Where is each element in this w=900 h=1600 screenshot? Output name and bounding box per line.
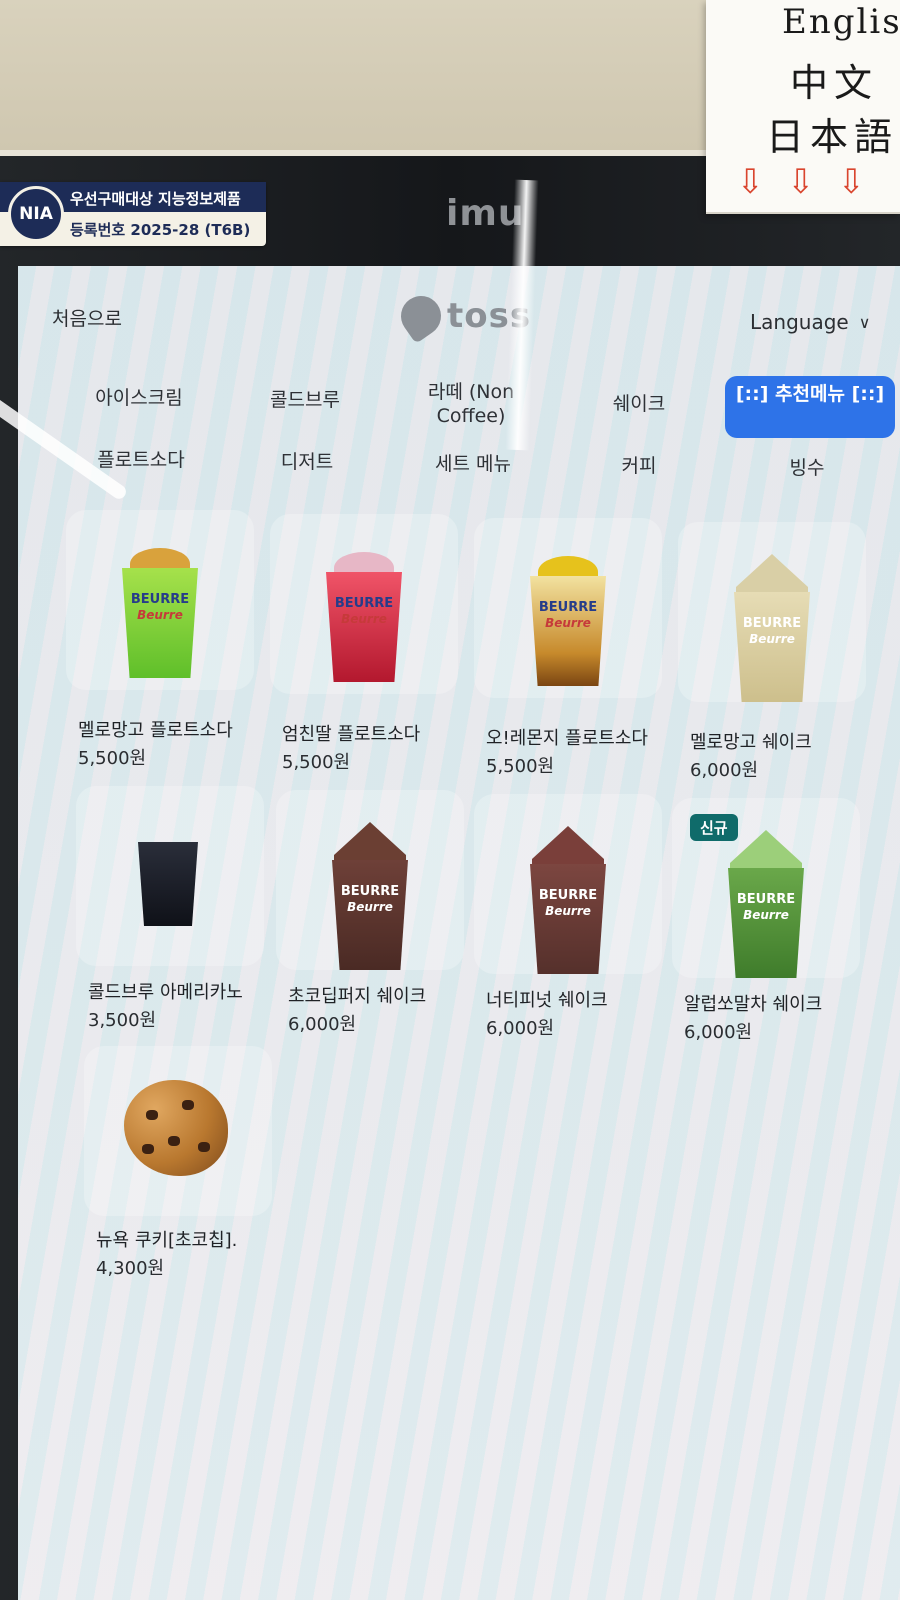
product-name: 알럽쏘말차 쉐이크: [684, 994, 823, 1015]
kiosk-screen: 처음으로 toss Language ∨ 아이스크림 콜드브루 라떼 (Non …: [18, 266, 900, 1600]
cookie-image: [124, 1080, 228, 1176]
product-image: BEURRE Beurre: [474, 518, 662, 698]
product-image: BEURRE Beurre: [66, 510, 254, 690]
drink-cup: BEURRE Beurre: [734, 592, 810, 702]
product-price: 6,000원: [684, 1022, 753, 1043]
down-arrow-icons: ⇩⇩⇩: [736, 162, 888, 202]
chocolate-chip: [146, 1110, 158, 1120]
cup-logo-script: Beurre: [743, 908, 789, 922]
product-image: 신규 BEURRE Beurre: [672, 798, 860, 978]
language-label: Language: [750, 310, 849, 334]
drink-cup: [138, 842, 198, 926]
drink-cup: BEURRE Beurre: [530, 864, 606, 974]
product-price: 5,500원: [486, 756, 555, 777]
cup-logo-script: Beurre: [545, 904, 591, 918]
cup-logo: BEURRE: [736, 892, 796, 907]
product-price: 5,500원: [282, 752, 351, 773]
whipped-cream: [730, 830, 802, 874]
category-tab[interactable]: 콜드브루: [230, 388, 380, 412]
chocolate-chip: [168, 1136, 180, 1146]
drink-cup: BEURRE Beurre: [728, 868, 804, 978]
drink-cup: BEURRE Beurre: [326, 572, 402, 682]
whipped-cream: [532, 826, 604, 870]
category-tab[interactable]: 세트 메뉴: [398, 452, 548, 476]
product-image: BEURRE Beurre: [678, 522, 866, 702]
chocolate-chip: [182, 1100, 194, 1110]
product-name: 멜로망고 플로트소다: [78, 720, 233, 741]
product-price: 6,000원: [288, 1014, 357, 1035]
product-price: 5,500원: [78, 748, 147, 769]
drink-cup: BEURRE Beurre: [332, 860, 408, 970]
product-price: 6,000원: [486, 1018, 555, 1039]
product-price: 6,000원: [690, 760, 759, 781]
cup-logo: BEURRE: [742, 616, 802, 631]
category-tab[interactable]: 아이스크림: [64, 386, 214, 410]
category-tab[interactable]: 디저트: [232, 450, 382, 474]
cup-logo: BEURRE: [538, 600, 598, 615]
whipped-cream: [334, 822, 406, 866]
category-tab[interactable]: 빙수: [732, 456, 882, 480]
category-tab[interactable]: 커피: [564, 454, 714, 478]
home-button[interactable]: 처음으로: [52, 304, 122, 331]
language-sticky-note: English 中文 日本語 ⇩⇩⇩: [706, 0, 900, 214]
product-image: BEURRE Beurre: [276, 790, 464, 970]
cup-logo-script: Beurre: [341, 612, 387, 626]
badge-title: 우선구매대상 지능정보제품: [70, 190, 241, 208]
product-name: 콜드브루 아메리카노: [88, 982, 243, 1003]
cup-logo: BEURRE: [340, 884, 400, 899]
language-button[interactable]: Language ∨: [750, 310, 870, 334]
chevron-down-icon: ∨: [858, 312, 871, 332]
sticky-note-english: English: [782, 2, 900, 42]
drink-cup: BEURRE Beurre: [530, 576, 606, 686]
product-price: 3,500원: [88, 1010, 157, 1031]
cup-logo-script: Beurre: [347, 900, 393, 914]
cup-logo: BEURRE: [334, 596, 394, 611]
category-tab[interactable]: 쉐이크: [564, 392, 714, 416]
cup-logo-script: Beurre: [545, 616, 591, 630]
product-name: 초코딥퍼지 쉐이크: [288, 986, 427, 1007]
product-name: 오!레몬지 플로트소다: [486, 728, 648, 749]
product-image: [76, 786, 264, 966]
new-badge: 신규: [690, 814, 738, 841]
product-image: [84, 1046, 272, 1216]
chocolate-chip: [142, 1144, 154, 1154]
whipped-cream: [736, 554, 808, 598]
drink-cup: BEURRE Beurre: [122, 568, 198, 678]
category-tab-active[interactable]: [::] 추천메뉴 [::]: [725, 376, 895, 438]
product-price: 4,300원: [96, 1258, 165, 1279]
toss-drop-icon: [393, 288, 449, 344]
product-image: BEURRE Beurre: [474, 794, 662, 974]
cup-logo: BEURRE: [130, 592, 190, 607]
badge-registration: 등록번호 2025-28 (T6B): [70, 221, 251, 239]
chocolate-chip: [198, 1142, 210, 1152]
cup-logo: BEURRE: [538, 888, 598, 903]
nia-seal-icon: NIA: [8, 186, 64, 242]
product-name: 엄친딸 플로트소다: [282, 724, 421, 745]
product-name: 뉴욕 쿠키[초코칩].: [96, 1230, 238, 1251]
product-name: 멜로망고 쉐이크: [690, 732, 812, 753]
product-name: 너티피넛 쉐이크: [486, 990, 608, 1011]
sticky-note-chinese: 中文: [790, 61, 879, 105]
cup-logo-script: Beurre: [749, 632, 795, 646]
cup-logo-script: Beurre: [137, 608, 183, 622]
nia-certification-badge: NIA 우선구매대상 지능정보제품 등록번호 2025-28 (T6B): [0, 182, 266, 246]
sticky-note-japanese: 日本語: [766, 115, 899, 159]
product-image: BEURRE Beurre: [270, 514, 458, 694]
